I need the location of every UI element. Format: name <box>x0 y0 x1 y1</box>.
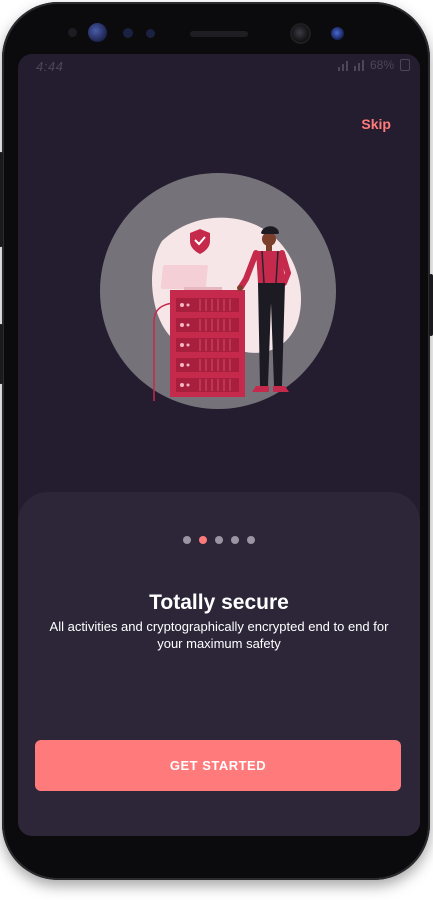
page-title: Totally secure <box>149 591 289 614</box>
app-screen: 4:44 68% Skip Totally secure All activit… <box>18 54 420 836</box>
status-time: 4:44 <box>36 59 64 74</box>
skip-button[interactable]: Skip <box>361 116 391 132</box>
status-indicators: 68% <box>337 58 410 72</box>
page-dot-active[interactable] <box>199 536 207 544</box>
front-camera-icon <box>292 25 309 42</box>
battery-icon <box>400 59 410 71</box>
power-button <box>429 274 433 336</box>
bixby-button <box>0 324 3 384</box>
secure-server-illustration <box>100 173 336 409</box>
earpiece-speaker <box>190 31 248 37</box>
iris-sensor-icon <box>88 23 107 42</box>
iris-camera-icon <box>331 27 344 40</box>
proximity-sensor <box>68 28 77 37</box>
page-dot[interactable] <box>215 536 223 544</box>
onboarding-card: Totally secure All activities and crypto… <box>18 492 420 836</box>
phone-frame: 4:44 68% Skip Totally secure All activit… <box>0 2 433 880</box>
get-started-button[interactable]: GET STARTED <box>35 740 401 791</box>
battery-percent: 68% <box>369 58 394 72</box>
volume-button <box>0 152 3 247</box>
page-dot[interactable] <box>183 536 191 544</box>
wifi-signal-icon <box>353 59 364 71</box>
page-description: All activities and cryptographically enc… <box>49 619 389 651</box>
page-dot[interactable] <box>231 536 239 544</box>
signal-icon <box>337 59 348 71</box>
sensor-dot <box>146 29 155 38</box>
page-dot[interactable] <box>247 536 255 544</box>
sensor-dot <box>123 28 133 38</box>
page-indicator <box>18 536 420 544</box>
